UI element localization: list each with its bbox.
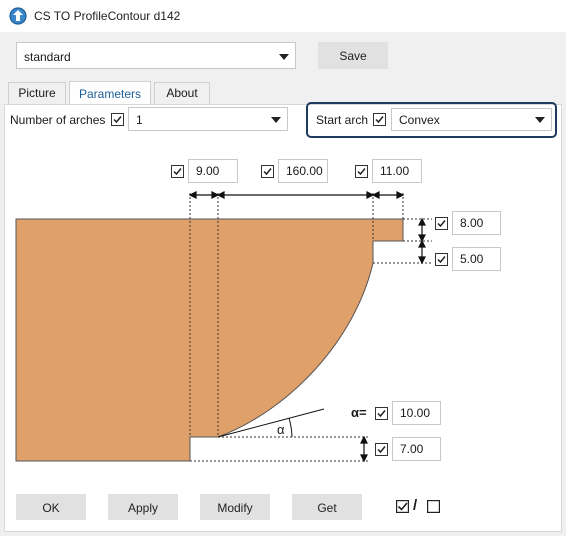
checkmark-icon: [437, 220, 446, 228]
alpha-symbol: α: [277, 422, 285, 437]
uncheck-all-icon[interactable]: [426, 499, 441, 514]
checkmark-icon: [377, 446, 386, 454]
right-lower-dim-input[interactable]: 5.00: [452, 247, 501, 271]
top-right-dim-input[interactable]: 11.00: [372, 159, 422, 183]
get-button[interactable]: Get: [292, 494, 362, 520]
checkmark-icon: [173, 168, 182, 176]
apply-button[interactable]: Apply: [108, 494, 178, 520]
checkmark-icon: [357, 168, 366, 176]
top-middle-dim-checkbox[interactable]: [261, 165, 274, 178]
checkmark-icon: [377, 410, 386, 418]
checkmark-icon: [263, 168, 272, 176]
toggle-separator: /: [413, 497, 418, 514]
bottom-step-checkbox[interactable]: [375, 443, 388, 456]
top-middle-dim-input[interactable]: 160.00: [278, 159, 328, 183]
top-left-dim-checkbox[interactable]: [171, 165, 184, 178]
right-upper-dim-input[interactable]: 8.00: [452, 211, 501, 235]
bottom-step-input[interactable]: 7.00: [392, 437, 441, 461]
checkmark-icon: [437, 256, 446, 264]
ok-button[interactable]: OK: [16, 494, 86, 520]
top-right-dim-checkbox[interactable]: [355, 165, 368, 178]
right-lower-dim-checkbox[interactable]: [435, 253, 448, 266]
modify-button[interactable]: Modify: [200, 494, 270, 520]
top-left-dim-input[interactable]: 9.00: [188, 159, 238, 183]
profile-shape: [15, 218, 404, 462]
right-upper-dim-checkbox[interactable]: [435, 217, 448, 230]
alpha-input[interactable]: 10.00: [392, 401, 441, 425]
alpha-checkbox[interactable]: [375, 407, 388, 420]
alpha-label: α=: [351, 405, 367, 420]
check-all-icon[interactable]: [395, 499, 410, 514]
